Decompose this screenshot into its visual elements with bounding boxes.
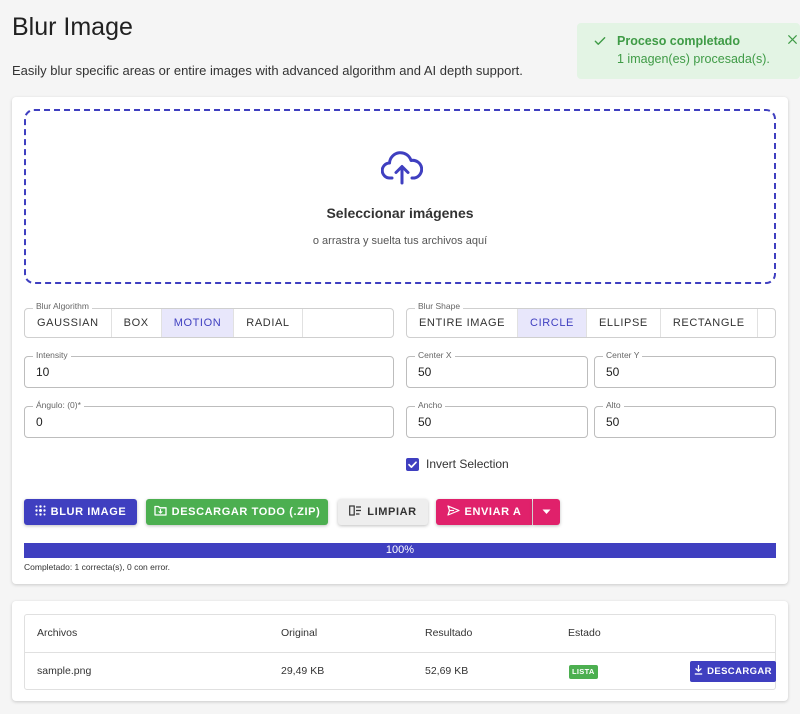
table-row: sample.png 29,49 KB 52,69 KB LISTA DESCA… <box>25 652 776 689</box>
blur-image-button[interactable]: BLUR IMAGE <box>24 499 137 525</box>
algorithm-box-option[interactable]: BOX <box>112 309 162 337</box>
send-to-button[interactable]: ENVIAR A <box>436 499 532 525</box>
clear-label: LIMPIAR <box>367 506 417 518</box>
intensity-field: Intensity <box>24 350 394 388</box>
blur-image-label: BLUR IMAGE <box>50 506 127 518</box>
algorithm-gaussian-option[interactable]: GAUSSIAN <box>25 309 112 337</box>
download-icon <box>694 664 707 678</box>
invert-selection-checkbox[interactable]: Invert Selection <box>406 457 509 471</box>
results-card: Archivos Original Resultado Estado sampl… <box>12 601 788 701</box>
send-icon <box>446 505 465 519</box>
check-icon <box>593 34 607 53</box>
download-button[interactable]: DESCARGAR <box>690 661 776 682</box>
width-input[interactable] <box>418 407 578 437</box>
algorithm-radial-option[interactable]: RADIAL <box>234 309 303 337</box>
header-status: Estado <box>568 627 601 639</box>
progress-caption: Completado: 1 correcta(s), 0 con error. <box>24 562 170 572</box>
height-field: Alto <box>594 400 776 438</box>
toast-title: Proceso completado <box>617 34 740 48</box>
toast-message: 1 imagen(es) procesada(s). <box>617 52 770 66</box>
page-title: Blur Image <box>12 13 133 41</box>
cell-file-name: sample.png <box>37 665 92 677</box>
send-to-dropdown-button[interactable] <box>533 499 560 525</box>
blur-shape-group: Blur Shape ENTIRE IMAGE CIRCLE ELLIPSE R… <box>406 301 776 338</box>
angle-field: Ángulo: (0)* <box>24 400 394 438</box>
page-subtitle: Easily blur specific areas or entire ima… <box>12 63 523 78</box>
height-input[interactable] <box>606 407 766 437</box>
download-zip-label: DESCARGAR TODO (.ZIP) <box>171 506 321 518</box>
cell-result-size: 52,69 KB <box>425 665 469 677</box>
blur-algorithm-group: Blur Algorithm GAUSSIAN BOX MOTION RADIA… <box>24 301 394 338</box>
shape-circle-option[interactable]: CIRCLE <box>518 309 587 337</box>
blur-settings-card: Seleccionar imágenes o arrastra y suelta… <box>12 97 788 584</box>
close-icon[interactable] <box>786 33 799 51</box>
download-zip-button[interactable]: DESCARGAR TODO (.ZIP) <box>146 499 328 525</box>
results-table: Archivos Original Resultado Estado sampl… <box>24 614 776 690</box>
width-field: Ancho <box>406 400 588 438</box>
success-toast: Proceso completado 1 imagen(es) procesad… <box>577 23 800 79</box>
intensity-input[interactable] <box>36 357 384 387</box>
blur-grid-icon <box>34 505 51 519</box>
shape-rectangle-option[interactable]: RECTANGLE <box>661 309 758 337</box>
cloud-upload-icon <box>380 151 424 192</box>
clear-list-icon <box>349 505 367 519</box>
dropzone-title: Seleccionar imágenes <box>326 205 474 221</box>
progress-percent: 100% <box>385 544 415 556</box>
header-result: Resultado <box>425 627 473 639</box>
algorithm-motion-option[interactable]: MOTION <box>161 309 235 337</box>
shape-ellipse-option[interactable]: ELLIPSE <box>587 309 661 337</box>
blur-algorithm-label: Blur Algorithm <box>33 301 92 311</box>
folder-download-icon <box>154 505 172 519</box>
status-badge: LISTA <box>569 665 598 679</box>
header-original: Original <box>281 627 318 639</box>
center-y-input[interactable] <box>606 357 766 387</box>
caret-down-icon <box>542 506 551 518</box>
angle-input[interactable] <box>36 407 384 437</box>
progress-bar: 100% <box>24 543 776 558</box>
blur-shape-label: Blur Shape <box>415 301 464 311</box>
center-y-field: Center Y <box>594 350 776 388</box>
invert-selection-label: Invert Selection <box>426 457 509 471</box>
clear-button[interactable]: LIMPIAR <box>338 499 428 525</box>
dropzone-subtitle: o arrastra y suelta tus archivos aquí <box>312 235 488 247</box>
center-x-input[interactable] <box>418 357 578 387</box>
header-files: Archivos <box>37 627 78 639</box>
send-to-label: ENVIAR A <box>464 506 522 518</box>
checkbox-checked-icon[interactable] <box>406 457 419 471</box>
cell-original-size: 29,49 KB <box>281 665 325 677</box>
download-label: DESCARGAR <box>707 666 772 677</box>
shape-entire-image-option[interactable]: ENTIRE IMAGE <box>407 309 519 337</box>
center-x-field: Center X <box>406 350 588 388</box>
file-dropzone[interactable]: Seleccionar imágenes o arrastra y suelta… <box>24 109 776 284</box>
